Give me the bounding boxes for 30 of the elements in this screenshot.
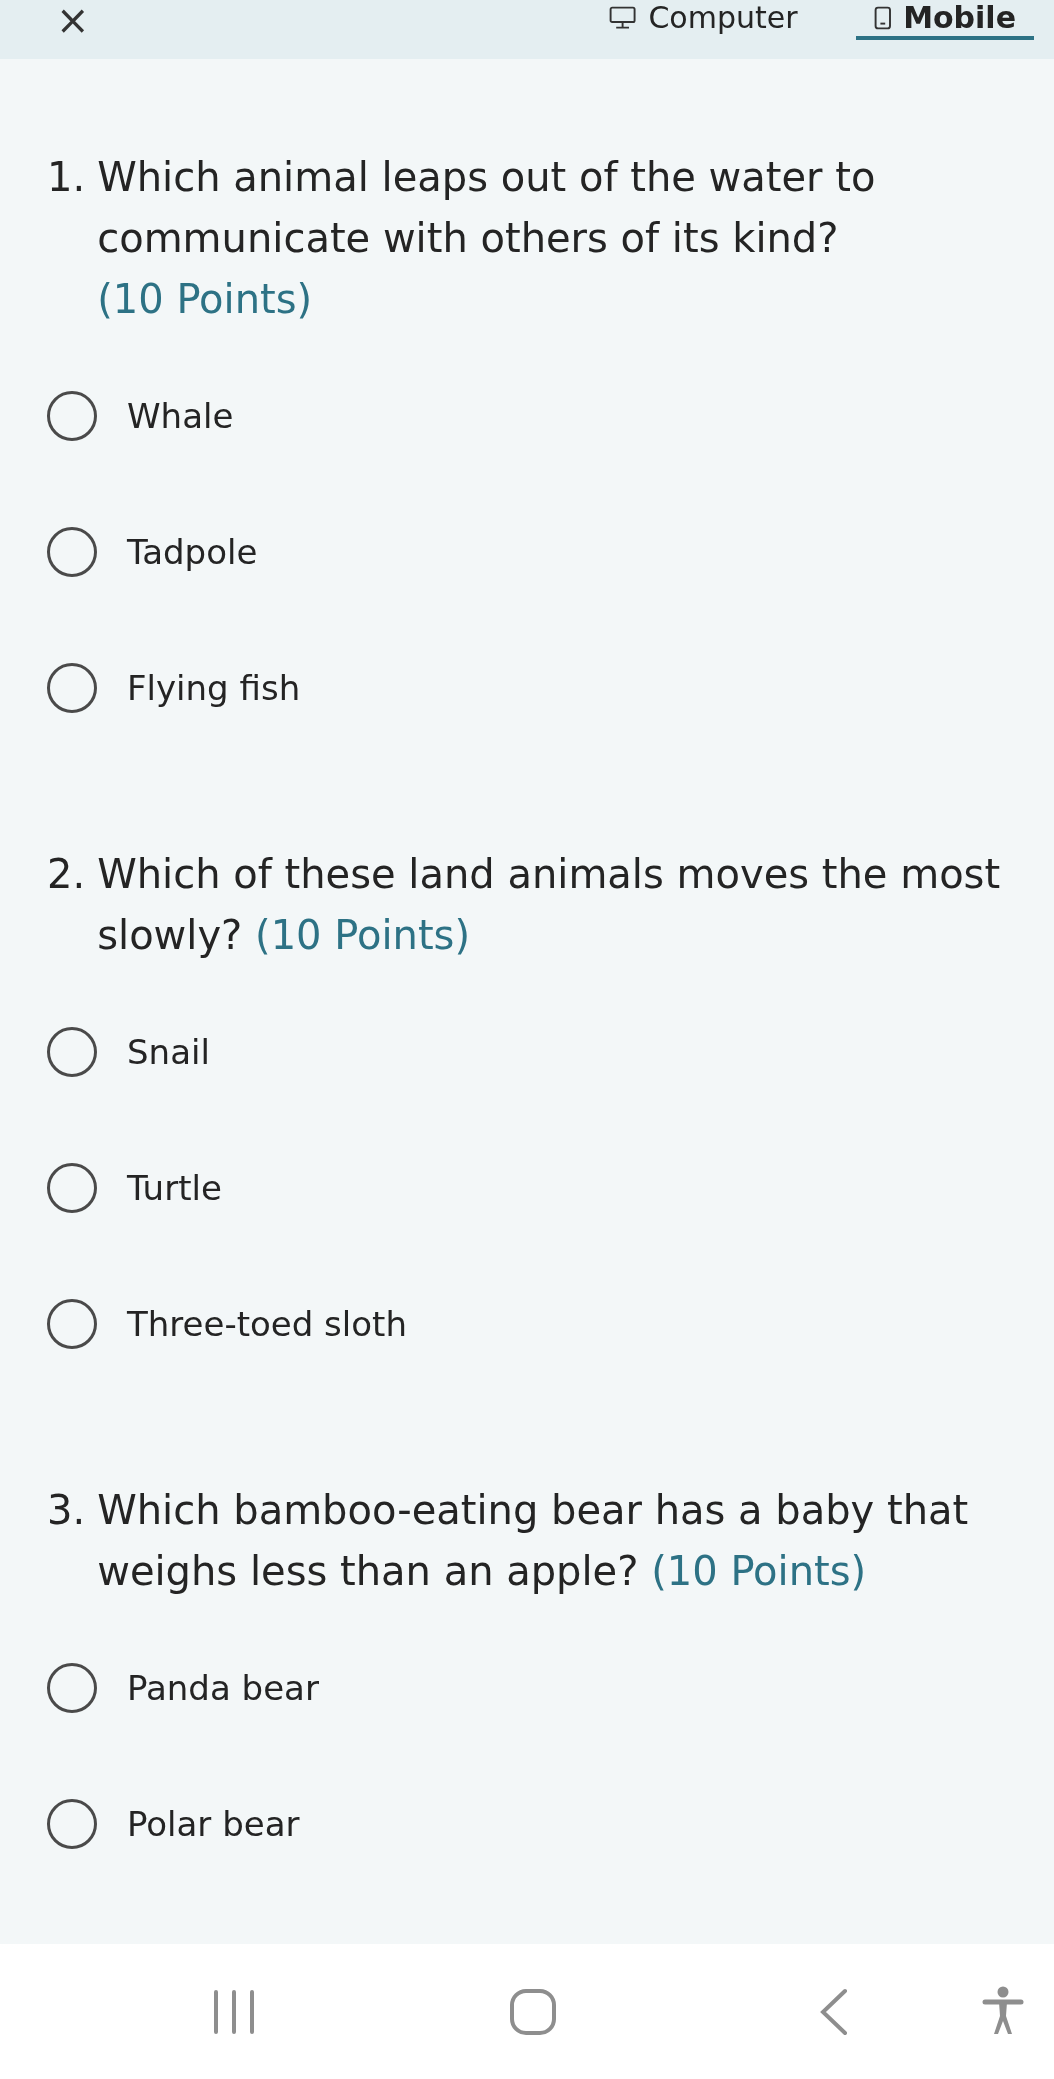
tab[interactable]: Computer	[591, 0, 816, 40]
option-label: Snail	[127, 1032, 210, 1072]
close-button[interactable]: ×	[56, 0, 90, 40]
option-label: Flying fish	[127, 668, 301, 708]
option-label: Panda bear	[127, 1668, 319, 1708]
option-label: Tadpole	[127, 532, 258, 572]
question-number: 2.	[47, 850, 86, 899]
option-label: Polar bear	[127, 1804, 300, 1844]
radio-button[interactable]	[47, 1799, 97, 1849]
option-label: Whale	[127, 396, 234, 436]
question-number: 3.	[47, 1486, 86, 1535]
radio-button[interactable]	[47, 1163, 97, 1213]
back-icon[interactable]	[819, 1987, 849, 2036]
question-text: Which of these land animals moves the most slowly? (10 Points)	[97, 850, 1002, 960]
radio-button[interactable]	[47, 1663, 97, 1713]
question-text: Which animal leaps out of the water to communicate with others of its kind? (10 Points)	[97, 153, 877, 324]
radio-button[interactable]	[47, 663, 97, 713]
question-number: 1.	[47, 153, 86, 202]
radio-button[interactable]	[47, 1299, 97, 1349]
recent-apps-icon[interactable]	[212, 1988, 256, 2035]
tab[interactable]: Mobile	[855, 0, 1034, 40]
option-label: Three-toed sloth	[127, 1304, 407, 1344]
radio-button[interactable]	[47, 1027, 97, 1077]
radio-button[interactable]	[47, 527, 97, 577]
radio-button[interactable]	[47, 391, 97, 441]
option-label: Turtle	[127, 1168, 222, 1208]
phone-icon	[873, 6, 892, 30]
question-text: Which bamboo-eating bear has a baby that weighs less than an apple? (10 Points)	[97, 1486, 970, 1596]
home-icon[interactable]	[509, 1987, 557, 2036]
monitor-icon	[609, 6, 637, 30]
